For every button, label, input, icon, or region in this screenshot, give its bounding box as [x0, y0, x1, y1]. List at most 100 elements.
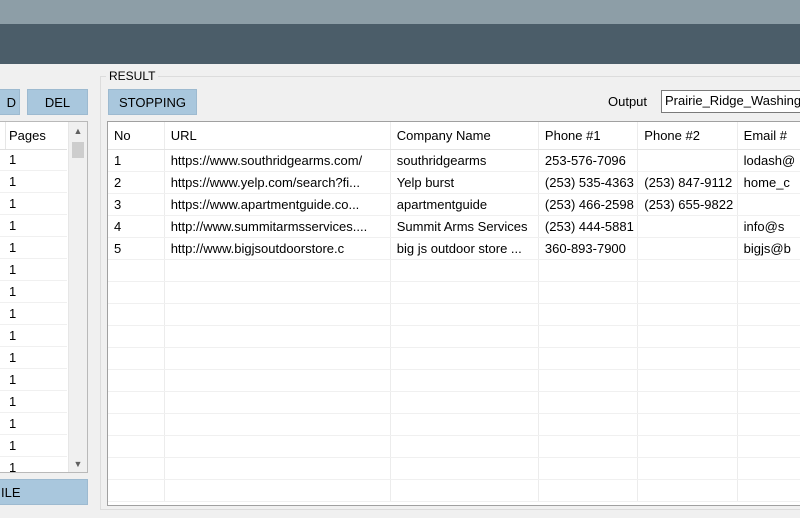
empty-table-row: [108, 303, 800, 326]
column-header-phone-2[interactable]: Phone #2: [637, 122, 738, 150]
column-header-no[interactable]: No: [108, 122, 165, 150]
empty-cell: [108, 391, 165, 414]
list-item-value: 1: [9, 372, 17, 387]
cell-company-name: southridgearms: [390, 149, 539, 172]
table-row[interactable]: 3 https://www.apartmentguide.co... apartme…: [108, 193, 800, 216]
cell-url: https://www.apartmentguide.co...: [164, 193, 391, 216]
cell-company-name: Summit Arms Services: [390, 215, 539, 238]
list-item[interactable]: 1: [0, 193, 67, 215]
list-item-value: 1: [9, 262, 17, 277]
empty-cell: [164, 281, 391, 304]
empty-table-row: [108, 457, 800, 480]
cell-url: https://www.southridgearms.com/: [164, 149, 391, 172]
column-header-company-name[interactable]: Company Name: [390, 122, 539, 150]
list-item[interactable]: 1: [0, 457, 67, 472]
cell-phone-2: [637, 149, 738, 172]
empty-cell: [108, 325, 165, 348]
chevron-down-icon[interactable]: ▼: [69, 455, 87, 472]
empty-cell: [637, 479, 738, 502]
load-file-button[interactable]: ILE: [0, 479, 88, 505]
table-row[interactable]: 2 https://www.yelp.com/search?fi... Yelp b…: [108, 171, 800, 194]
cell-phone-1: (253) 466-2598: [538, 193, 639, 216]
list-item[interactable]: 1: [0, 259, 67, 281]
empty-table-row: [108, 391, 800, 414]
list-item-value: 1: [9, 416, 17, 431]
empty-cell: [390, 479, 539, 502]
column-header-url[interactable]: URL: [164, 122, 391, 150]
empty-cell: [637, 391, 738, 414]
chevron-up-icon[interactable]: ▲: [69, 122, 87, 139]
list-item[interactable]: 1: [0, 391, 67, 413]
output-label: Output: [608, 94, 648, 109]
empty-cell: [108, 259, 165, 282]
empty-cell: [108, 281, 165, 304]
load-file-button-label: ILE: [1, 484, 21, 500]
list-item[interactable]: 1: [0, 281, 67, 303]
empty-cell: [538, 303, 639, 326]
empty-cell: [637, 325, 738, 348]
cell-phone-1: (253) 444-5881: [538, 215, 639, 238]
list-item[interactable]: 1: [0, 325, 67, 347]
empty-cell: [737, 259, 800, 282]
cell-company-name: Yelp burst: [390, 171, 539, 194]
empty-cell: [737, 391, 800, 414]
empty-cell: [637, 303, 738, 326]
list-item[interactable]: 1: [0, 237, 67, 259]
column-header-email[interactable]: Email #: [737, 122, 800, 150]
list-item-value: 1: [9, 174, 17, 189]
list-item[interactable]: 1: [0, 413, 67, 435]
list-item[interactable]: 1: [0, 215, 67, 237]
table-row[interactable]: 4 http://www.summitarmsservices.... Summit…: [108, 215, 800, 238]
add-button[interactable]: D: [0, 89, 20, 115]
empty-cell: [737, 325, 800, 348]
column-header-phone-1[interactable]: Phone #1: [538, 122, 639, 150]
empty-cell: [108, 303, 165, 326]
list-item-value: 1: [9, 152, 17, 167]
cell-phone-1: 360-893-7900: [538, 237, 639, 260]
cell-email: home_c: [737, 171, 800, 194]
empty-cell: [637, 281, 738, 304]
empty-cell: [538, 325, 639, 348]
list-item[interactable]: 1: [0, 369, 67, 391]
delete-button[interactable]: DEL: [27, 89, 88, 115]
cell-url: http://www.bigjsoutdoorstore.c: [164, 237, 391, 260]
empty-cell: [390, 325, 539, 348]
empty-cell: [164, 303, 391, 326]
empty-cell: [390, 303, 539, 326]
empty-cell: [538, 369, 639, 392]
empty-cell: [637, 435, 738, 458]
cell-phone-1: 253-576-7096: [538, 149, 639, 172]
table-row[interactable]: 5 http://www.bigjsoutdoorstore.c big js ou…: [108, 237, 800, 260]
empty-table-row: [108, 479, 800, 502]
list-item[interactable]: 1: [0, 435, 67, 457]
list-item-value: 1: [9, 284, 17, 299]
cell-phone-2: (253) 655-9822: [637, 193, 738, 216]
list-item[interactable]: 1: [0, 149, 67, 171]
empty-table-row: [108, 413, 800, 436]
output-filename-input[interactable]: Prairie_Ridge_Washington: [661, 90, 800, 113]
cell-email: bigjs@b: [737, 237, 800, 260]
list-item[interactable]: 1: [0, 347, 67, 369]
list-item[interactable]: 1: [0, 303, 67, 325]
list-item-value: 1: [9, 218, 17, 233]
empty-cell: [737, 347, 800, 370]
pages-list[interactable]: Pages 1111111111111111 ▲ ▼: [0, 121, 88, 473]
empty-cell: [164, 369, 391, 392]
pages-column-header[interactable]: Pages: [9, 128, 46, 143]
empty-cell: [538, 413, 639, 436]
grid-header-row: No URL Company Name Phone #1 Phone #2 Email #: [108, 122, 800, 150]
list-item-value: 1: [9, 350, 17, 365]
stop-button[interactable]: STOPPING: [108, 89, 197, 115]
empty-cell: [164, 413, 391, 436]
list-item[interactable]: 1: [0, 171, 67, 193]
empty-cell: [108, 479, 165, 502]
results-grid[interactable]: No URL Company Name Phone #1 Phone #2 Email #…: [107, 121, 800, 506]
cell-email: [737, 193, 800, 216]
empty-cell: [390, 435, 539, 458]
pages-list-scrollbar[interactable]: ▲ ▼: [68, 122, 87, 472]
empty-cell: [164, 259, 391, 282]
scrollbar-thumb[interactable]: [72, 142, 84, 158]
empty-cell: [390, 457, 539, 480]
table-row[interactable]: 1 https://www.southridgearms.com/southrid…: [108, 149, 800, 172]
list-item-value: 1: [9, 240, 17, 255]
